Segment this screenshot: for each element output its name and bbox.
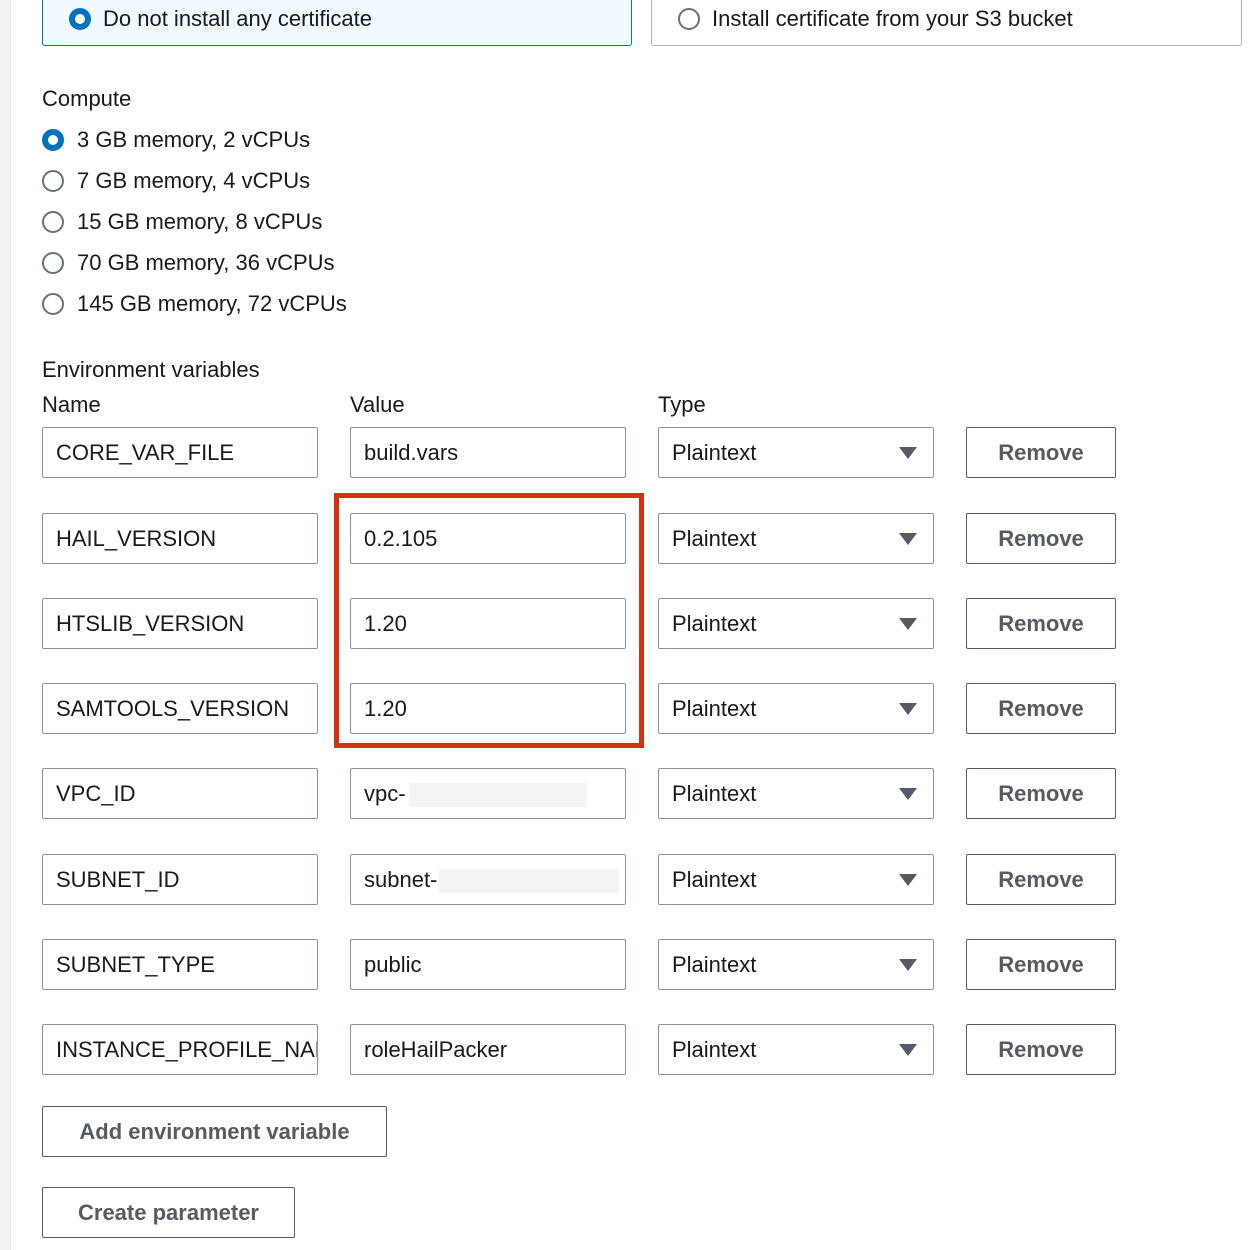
compute-option-label: 70 GB memory, 36 vCPUs <box>77 250 335 275</box>
env-type-select[interactable]: Plaintext <box>658 683 934 734</box>
type-column-header: Type <box>658 392 706 417</box>
env-name-input[interactable]: INSTANCE_PROFILE_NAME <box>42 1024 318 1075</box>
compute-option-label: 7 GB memory, 4 vCPUs <box>77 168 311 193</box>
remove-button[interactable]: Remove <box>966 768 1116 819</box>
compute-radio-7gb[interactable] <box>42 170 64 192</box>
redacted-value-mask <box>409 783 587 807</box>
remove-button[interactable]: Remove <box>966 427 1116 478</box>
highlight-box <box>334 493 644 748</box>
env-type-text: Plaintext <box>672 440 757 465</box>
no-certificate-label: Do not install any certificate <box>103 6 373 31</box>
remove-button[interactable]: Remove <box>966 1024 1116 1075</box>
compute-option-label: 3 GB memory, 2 vCPUs <box>77 127 311 152</box>
compute-option-label: 145 GB memory, 72 vCPUs <box>77 291 347 316</box>
env-type-select[interactable]: Plaintext <box>658 1024 934 1075</box>
env-name-input[interactable]: SUBNET_ID <box>42 854 318 905</box>
remove-button[interactable]: Remove <box>966 854 1116 905</box>
env-type-select[interactable]: Plaintext <box>658 513 934 564</box>
remove-button[interactable]: Remove <box>966 513 1116 564</box>
env-type-text: Plaintext <box>672 526 757 551</box>
env-name-text: SUBNET_TYPE <box>56 952 215 977</box>
env-value-input[interactable]: build.vars <box>350 427 626 478</box>
caret-down-icon <box>899 1044 917 1056</box>
s3-certificate-option[interactable]: Install certificate from your S3 bucket <box>651 0 1242 46</box>
env-type-text: Plaintext <box>672 611 757 636</box>
env-type-text: Plaintext <box>672 867 757 892</box>
caret-down-icon <box>899 874 917 886</box>
caret-down-icon <box>899 533 917 545</box>
remove-button[interactable]: Remove <box>966 598 1116 649</box>
env-value-text: build.vars <box>364 440 459 465</box>
compute-radio-70gb[interactable] <box>42 252 64 274</box>
env-type-select[interactable]: Plaintext <box>658 854 934 905</box>
caret-down-icon <box>899 703 917 715</box>
env-name-input[interactable]: SUBNET_TYPE <box>42 939 318 990</box>
compute-option-label: 15 GB memory, 8 vCPUs <box>77 209 323 234</box>
caret-down-icon <box>899 959 917 971</box>
add-environment-variable-button[interactable]: Add environment variable <box>42 1106 387 1157</box>
compute-radio-15gb[interactable] <box>42 211 64 233</box>
env-type-select[interactable]: Plaintext <box>658 598 934 649</box>
compute-radio-145gb[interactable] <box>42 293 64 315</box>
env-name-text: SUBNET_ID <box>56 867 180 892</box>
env-value-input[interactable]: public <box>350 939 626 990</box>
env-name-input[interactable]: HTSLIB_VERSION <box>42 598 318 649</box>
env-value-text: vpc- <box>364 781 406 806</box>
value-column-header: Value <box>350 392 405 417</box>
env-name-input[interactable]: CORE_VAR_FILE <box>42 427 318 478</box>
compute-radio-3gb[interactable] <box>42 129 64 151</box>
env-value-text: roleHailPacker <box>364 1037 508 1062</box>
env-value-input[interactable]: vpc- <box>350 768 626 819</box>
remove-button[interactable]: Remove <box>966 939 1116 990</box>
no-certificate-radio[interactable] <box>69 8 91 30</box>
env-name-input[interactable]: SAMTOOLS_VERSION <box>42 683 318 734</box>
env-type-text: Plaintext <box>672 781 757 806</box>
env-type-select[interactable]: Plaintext <box>658 768 934 819</box>
env-type-text: Plaintext <box>672 696 757 721</box>
caret-down-icon <box>899 788 917 800</box>
page-left-border <box>0 0 11 1250</box>
env-value-input[interactable]: roleHailPacker <box>350 1024 626 1075</box>
redacted-value-mask <box>439 869 619 893</box>
s3-certificate-radio[interactable] <box>678 8 700 30</box>
env-value-text: subnet- <box>364 867 438 892</box>
env-type-text: Plaintext <box>672 1037 757 1062</box>
caret-down-icon <box>899 447 917 459</box>
no-certificate-option[interactable]: Do not install any certificate <box>42 0 632 46</box>
env-value-text: public <box>364 952 422 977</box>
env-name-text: CORE_VAR_FILE <box>56 440 235 465</box>
env-vars-label: Environment variables <box>42 357 260 382</box>
name-column-header: Name <box>42 392 101 417</box>
env-name-text: HAIL_VERSION <box>56 526 217 551</box>
env-name-text: HTSLIB_VERSION <box>56 611 245 636</box>
env-name-input[interactable]: VPC_ID <box>42 768 318 819</box>
compute-label: Compute <box>42 86 132 111</box>
env-value-input[interactable]: subnet- <box>350 854 626 905</box>
env-name-text: SAMTOOLS_VERSION <box>56 696 290 721</box>
env-type-select[interactable]: Plaintext <box>658 939 934 990</box>
create-parameter-button[interactable]: Create parameter <box>42 1187 295 1238</box>
env-name-text: VPC_ID <box>56 781 136 806</box>
caret-down-icon <box>899 618 917 630</box>
env-name-text: INSTANCE_PROFILE_NAME <box>56 1037 317 1062</box>
s3-certificate-label: Install certificate from your S3 bucket <box>712 6 1073 31</box>
env-type-select[interactable]: Plaintext <box>658 427 934 478</box>
env-name-input[interactable]: HAIL_VERSION <box>42 513 318 564</box>
remove-button[interactable]: Remove <box>966 683 1116 734</box>
env-type-text: Plaintext <box>672 952 757 977</box>
